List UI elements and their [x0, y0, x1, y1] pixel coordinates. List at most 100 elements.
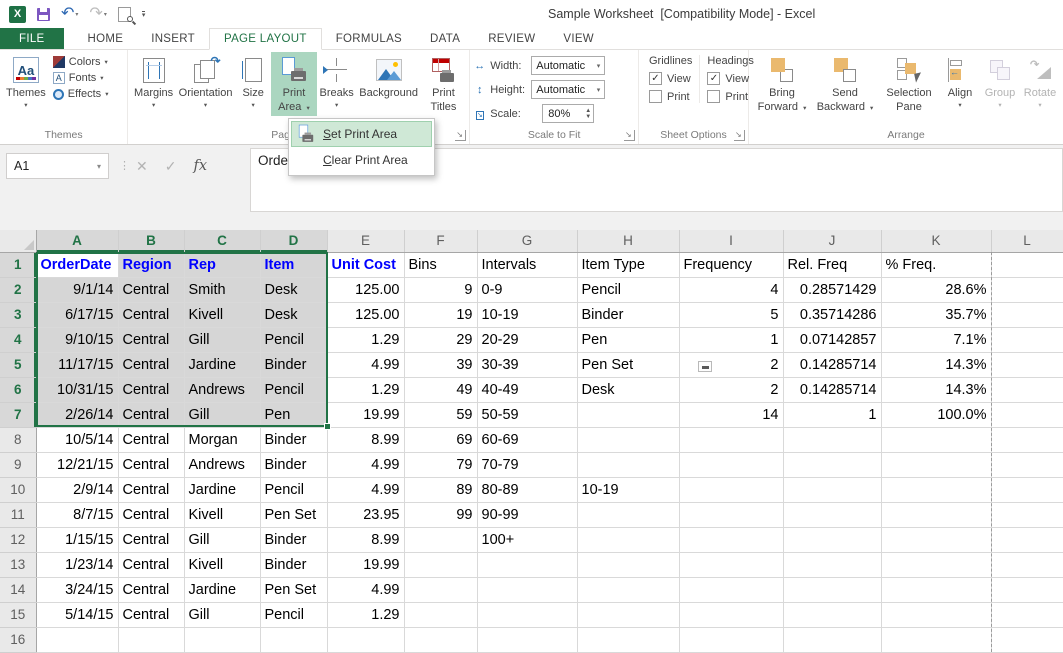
cell-C10[interactable]: Jardine	[184, 477, 260, 502]
cell-C2[interactable]: Smith	[184, 277, 260, 302]
cell-K9[interactable]	[881, 452, 991, 477]
row-header-10[interactable]: 10	[0, 477, 36, 502]
cell-B12[interactable]: Central	[118, 527, 184, 552]
cell-A10[interactable]: 2/9/14	[36, 477, 118, 502]
cell-B10[interactable]: Central	[118, 477, 184, 502]
cell-I13[interactable]	[679, 552, 783, 577]
cell-B13[interactable]: Central	[118, 552, 184, 577]
select-all-corner[interactable]	[0, 230, 36, 252]
headings-print-checkbox[interactable]: Print	[707, 90, 753, 103]
cell-B7[interactable]: Central	[118, 402, 184, 427]
bring-forward-button[interactable]: Bring Forward ▾	[752, 52, 812, 116]
cell-I10[interactable]	[679, 477, 783, 502]
cell-C12[interactable]: Gill	[184, 527, 260, 552]
scale-to-fit-dialog-launcher[interactable]: ↘	[624, 130, 635, 141]
cell-H16[interactable]	[577, 627, 679, 652]
cell-D6[interactable]: Pencil	[260, 377, 327, 402]
cell-L1[interactable]	[991, 252, 1063, 277]
cell-B11[interactable]: Central	[118, 502, 184, 527]
cell-G12[interactable]: 100+	[477, 527, 577, 552]
cell-J8[interactable]	[783, 427, 881, 452]
cell-G11[interactable]: 90-99	[477, 502, 577, 527]
cell-B8[interactable]: Central	[118, 427, 184, 452]
cell-F9[interactable]: 79	[404, 452, 477, 477]
cell-J3[interactable]: 0.35714286	[783, 302, 881, 327]
row-header-2[interactable]: 2	[0, 277, 36, 302]
cell-G6[interactable]: 40-49	[477, 377, 577, 402]
cell-D2[interactable]: Desk	[260, 277, 327, 302]
cell-B5[interactable]: Central	[118, 352, 184, 377]
cell-I14[interactable]	[679, 577, 783, 602]
cell-K3[interactable]: 35.7%	[881, 302, 991, 327]
cell-H8[interactable]	[577, 427, 679, 452]
cell-K16[interactable]	[881, 627, 991, 652]
cell-G14[interactable]	[477, 577, 577, 602]
cell-L16[interactable]	[991, 627, 1063, 652]
themes-button[interactable]: Aa Themes ▾	[3, 52, 49, 116]
row-header-7[interactable]: 7	[0, 402, 36, 427]
cell-K7[interactable]: 100.0%	[881, 402, 991, 427]
scale-spin-down-icon[interactable]: ▼	[585, 114, 591, 120]
cell-C3[interactable]: Kivell	[184, 302, 260, 327]
undo-button[interactable]: ↶ ▾	[61, 7, 78, 21]
cell-H5[interactable]: Pen Set	[577, 352, 679, 377]
cell-H3[interactable]: Binder	[577, 302, 679, 327]
cell-L4[interactable]	[991, 327, 1063, 352]
row-header-3[interactable]: 3	[0, 302, 36, 327]
cell-L3[interactable]	[991, 302, 1063, 327]
cell-A8[interactable]: 10/5/14	[36, 427, 118, 452]
cell-I16[interactable]	[679, 627, 783, 652]
column-header-A[interactable]: A	[36, 230, 118, 252]
tab-formulas[interactable]: FORMULAS	[322, 28, 416, 49]
cell-G7[interactable]: 50-59	[477, 402, 577, 427]
cell-B4[interactable]: Central	[118, 327, 184, 352]
cell-I4[interactable]: 1	[679, 327, 783, 352]
cell-H15[interactable]	[577, 602, 679, 627]
sheet-options-dialog-launcher[interactable]: ↘	[734, 130, 745, 141]
cell-D11[interactable]: Pen Set	[260, 502, 327, 527]
cell-D1[interactable]: Item	[260, 252, 327, 277]
cell-G9[interactable]: 70-79	[477, 452, 577, 477]
print-preview-button[interactable]	[118, 7, 131, 22]
cell-H9[interactable]	[577, 452, 679, 477]
cell-D9[interactable]: Binder	[260, 452, 327, 477]
row-header-11[interactable]: 11	[0, 502, 36, 527]
column-header-J[interactable]: J	[783, 230, 881, 252]
cell-K11[interactable]	[881, 502, 991, 527]
selection-pane-button[interactable]: Selection Pane	[878, 52, 940, 116]
embedded-object-marker[interactable]	[698, 361, 712, 372]
customize-qat-button[interactable]: ▾	[142, 11, 146, 18]
orientation-button[interactable]: ↷ Orientation ▾	[176, 52, 235, 116]
cell-F7[interactable]: 59	[404, 402, 477, 427]
cell-A12[interactable]: 1/15/15	[36, 527, 118, 552]
page-setup-dialog-launcher[interactable]: ↘	[455, 130, 466, 141]
cell-L8[interactable]	[991, 427, 1063, 452]
cell-A16[interactable]	[36, 627, 118, 652]
column-header-D[interactable]: D	[260, 230, 327, 252]
enter-button[interactable]: ✓	[165, 158, 177, 175]
cell-F11[interactable]: 99	[404, 502, 477, 527]
column-header-E[interactable]: E	[327, 230, 404, 252]
row-header-12[interactable]: 12	[0, 527, 36, 552]
cell-E8[interactable]: 8.99	[327, 427, 404, 452]
cell-C7[interactable]: Gill	[184, 402, 260, 427]
cell-F15[interactable]	[404, 602, 477, 627]
background-button[interactable]: Background	[357, 52, 421, 116]
tab-review[interactable]: REVIEW	[474, 28, 549, 49]
cell-E16[interactable]	[327, 627, 404, 652]
redo-button[interactable]: ↷ ▾	[89, 7, 106, 21]
cell-C5[interactable]: Jardine	[184, 352, 260, 377]
cancel-button[interactable]: ✕	[136, 158, 148, 175]
cell-L14[interactable]	[991, 577, 1063, 602]
cell-D4[interactable]: Pencil	[260, 327, 327, 352]
cell-D8[interactable]: Binder	[260, 427, 327, 452]
cell-A6[interactable]: 10/31/15	[36, 377, 118, 402]
menu-item-clear-print-area[interactable]: Clear Print Area	[291, 147, 432, 173]
cell-H7[interactable]	[577, 402, 679, 427]
row-header-1[interactable]: 1	[0, 252, 36, 277]
cell-D16[interactable]	[260, 627, 327, 652]
cell-J13[interactable]	[783, 552, 881, 577]
cell-B1[interactable]: Region	[118, 252, 184, 277]
cell-C4[interactable]: Gill	[184, 327, 260, 352]
cell-A15[interactable]: 5/14/15	[36, 602, 118, 627]
